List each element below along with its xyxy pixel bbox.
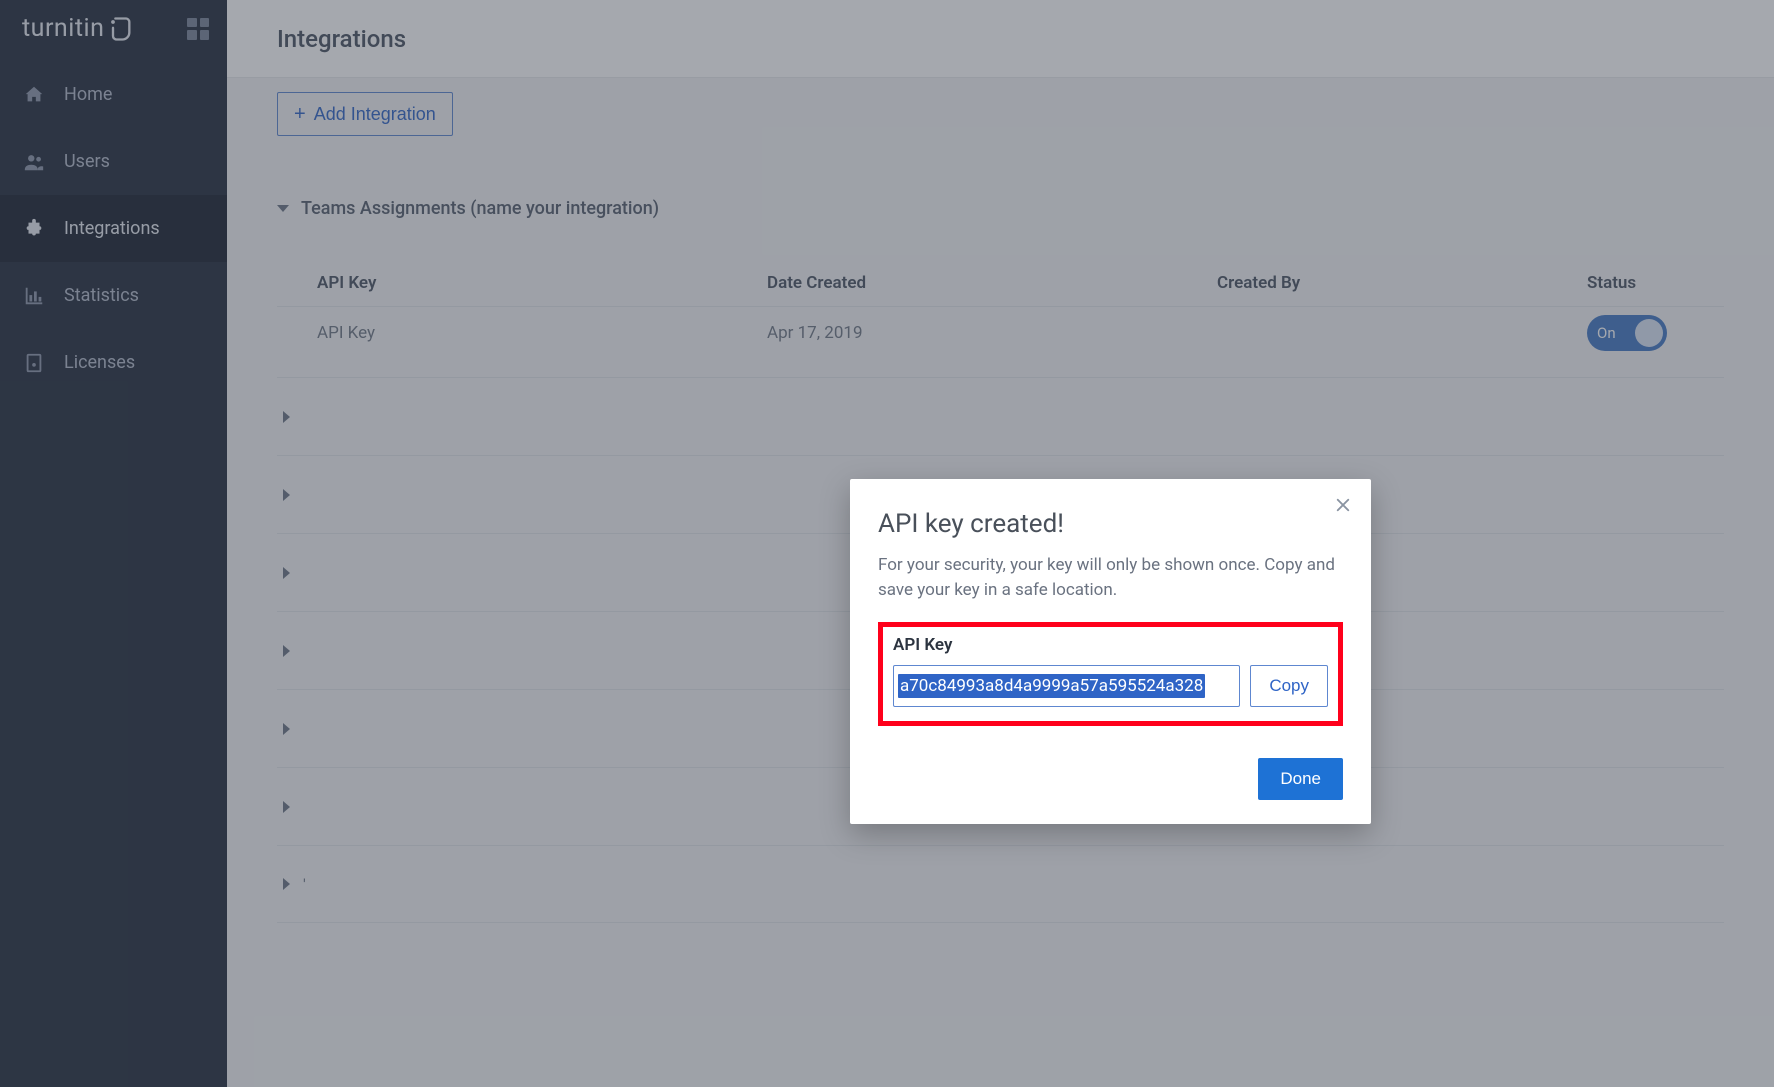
modal-title: API key created! [878, 509, 1343, 539]
modal-body: For your security, your key will only be… [878, 553, 1343, 602]
api-key-input[interactable]: a70c84993a8d4a9999a57a595524a328 [893, 665, 1240, 707]
api-key-highlight: API Key a70c84993a8d4a9999a57a595524a328… [878, 622, 1343, 726]
close-icon [1334, 496, 1352, 514]
api-key-modal: API key created! For your security, your… [850, 479, 1371, 824]
modal-actions: Done [878, 758, 1343, 800]
api-key-label: API Key [893, 635, 1328, 655]
done-button[interactable]: Done [1258, 758, 1343, 800]
api-key-row: a70c84993a8d4a9999a57a595524a328 Copy [893, 665, 1328, 707]
api-key-value: a70c84993a8d4a9999a57a595524a328 [898, 674, 1205, 698]
copy-button[interactable]: Copy [1250, 665, 1328, 707]
close-button[interactable] [1329, 491, 1357, 519]
